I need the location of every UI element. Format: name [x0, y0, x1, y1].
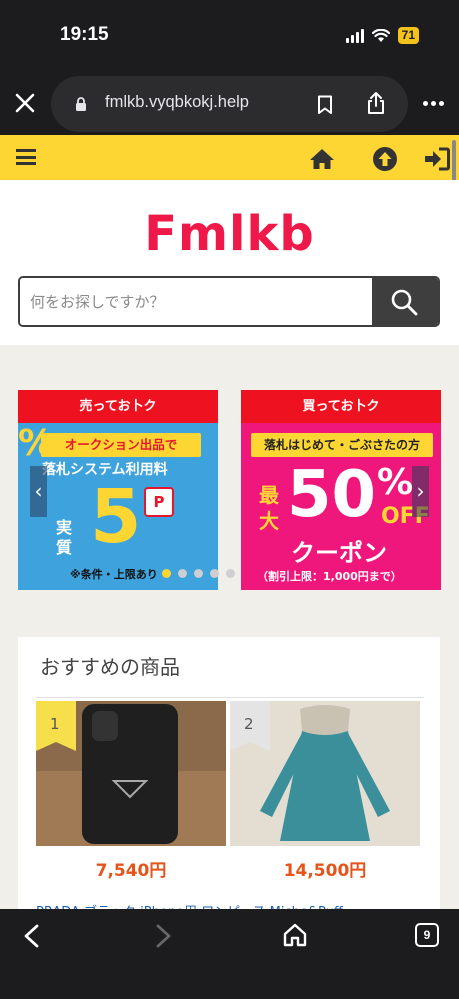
tabs-button[interactable]: 9: [415, 923, 439, 947]
forward-icon[interactable]: [153, 924, 173, 948]
banner-coupon-label: クーポン: [291, 539, 387, 567]
carousel-dot[interactable]: [178, 569, 187, 578]
product-price: 14,500円: [283, 861, 367, 881]
site-header: [0, 135, 459, 180]
back-icon[interactable]: [22, 924, 42, 948]
url-text: fmlkb.vyqbkokj.help: [105, 93, 249, 111]
battery-indicator: 71: [397, 27, 419, 44]
banner-header: 買ってお卜ク: [241, 390, 441, 423]
section-title: おすすめの商品: [40, 655, 180, 679]
home-icon[interactable]: [309, 148, 335, 170]
menu-icon[interactable]: [16, 149, 36, 165]
banner-vertical-text: 実質: [56, 518, 73, 557]
banner-vertical-text: 最大: [259, 483, 279, 533]
status-icons: 71: [345, 27, 419, 44]
site-logo[interactable]: Fmlkb: [0, 206, 459, 262]
carousel-dot[interactable]: [226, 569, 235, 578]
logo-area: Fmlkb: [0, 180, 459, 345]
banner-big-number: 50: [287, 458, 377, 532]
browser-bottom-bar: 9: [0, 909, 459, 999]
carousel-dot[interactable]: [194, 569, 203, 578]
banner-percent: %: [377, 462, 414, 503]
banner-buy[interactable]: 買ってお卜ク 落札はじめて・ごぶさたの方 最大 50 % OFF クーポン （割…: [241, 390, 441, 590]
wifi-icon: [371, 28, 390, 42]
lock-icon: [76, 97, 86, 111]
divider: [36, 697, 424, 698]
signal-icon: [345, 28, 364, 43]
search-box: [18, 276, 440, 327]
search-button[interactable]: [372, 278, 438, 325]
recommended-section: おすすめの商品 1 7,540円 2 14,500円: [18, 637, 440, 927]
close-icon[interactable]: [12, 90, 38, 116]
search-icon: [391, 289, 418, 316]
share-icon[interactable]: [366, 91, 386, 115]
status-time: 19:15: [60, 24, 109, 45]
banner-big-number: 5: [90, 474, 142, 560]
browser-toolbar: fmlkb.vyqbkokj.help: [0, 70, 459, 135]
home-icon[interactable]: [282, 922, 308, 948]
banner-ribbon: 落札はじめて・ごぶさたの方: [251, 433, 433, 457]
carousel-dot[interactable]: [162, 569, 171, 578]
carousel-next-button[interactable]: ›: [412, 466, 429, 517]
carousel-dot[interactable]: [210, 569, 219, 578]
banner-note: ※条件・上限あり: [70, 568, 158, 581]
more-options-icon[interactable]: [423, 101, 444, 106]
search-input[interactable]: [20, 278, 372, 325]
carousel-prev-button[interactable]: ‹: [30, 466, 47, 517]
banner-ribbon: オークション出品で: [41, 433, 201, 457]
address-bar[interactable]: fmlkb.vyqbkokj.help: [51, 76, 408, 132]
arrow-up-icon[interactable]: [373, 147, 397, 171]
banner-note: （割引上限：1,000円まで）: [257, 570, 402, 583]
login-icon[interactable]: [424, 147, 450, 171]
product-price: 7,540円: [95, 861, 167, 881]
carousel-dots: [162, 569, 235, 578]
banner-sell[interactable]: 売ってお卜ク オークション出品で 落札システム利用料 実質 5 P % ※条件・…: [18, 390, 218, 590]
paypay-point-badge: P: [144, 487, 174, 517]
status-bar: 19:15 71: [0, 0, 459, 70]
bookmark-icon[interactable]: [317, 95, 333, 115]
banner-header: 売ってお卜ク: [18, 390, 218, 423]
